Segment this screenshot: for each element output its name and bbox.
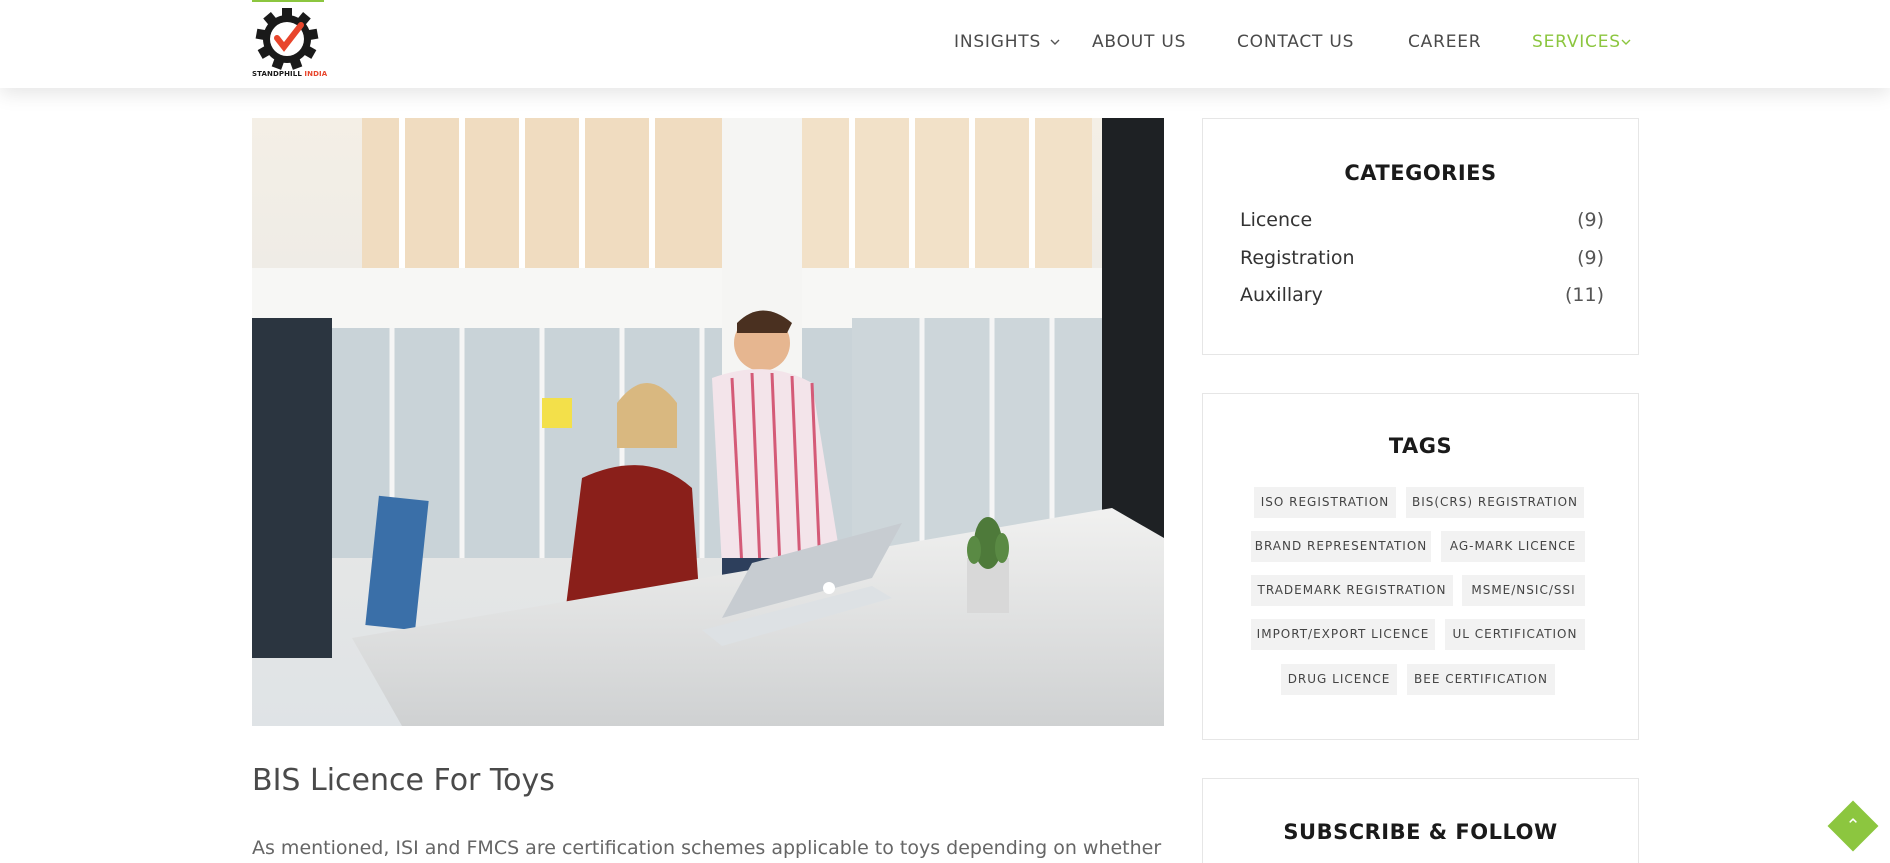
tag-bee-certification[interactable]: BEE CERTIFICATION bbox=[1407, 664, 1555, 695]
logo-text-standphill: STANDPHILL bbox=[252, 70, 302, 78]
tag-ul-certification[interactable]: UL CERTIFICATION bbox=[1445, 619, 1585, 650]
tag-import-export-licence[interactable]: IMPORT/EXPORT LICENCE bbox=[1251, 619, 1435, 650]
gear-check-logo-icon bbox=[255, 8, 319, 70]
post-excerpt: As mentioned, ISI and FMCS are certifica… bbox=[252, 837, 1162, 859]
tag-ag-mark-licence[interactable]: AG-MARK LICENCE bbox=[1441, 531, 1585, 562]
site-logo[interactable]: STANDPHILL INDIA bbox=[252, 0, 327, 82]
tag-trademark-registration[interactable]: TRADEMARK REGISTRATION bbox=[1251, 575, 1453, 606]
tag-iso-registration[interactable]: ISO REGISTRATION bbox=[1254, 487, 1396, 518]
categories-widget: CATEGORIES Licence (9) Registration (9) … bbox=[1202, 118, 1639, 355]
nav-services[interactable]: SERVICES bbox=[1532, 32, 1621, 52]
tags-widget: TAGS ISO REGISTRATION BIS(CRS) REGISTRAT… bbox=[1202, 393, 1639, 740]
category-count: (9) bbox=[1577, 209, 1604, 231]
category-item-registration[interactable]: Registration (9) bbox=[1240, 247, 1604, 273]
subscribe-title: SUBSCRIBE & FOLLOW bbox=[1283, 820, 1558, 844]
office-photo bbox=[252, 118, 1164, 726]
category-label[interactable]: Licence bbox=[1240, 209, 1312, 231]
post-featured-image bbox=[252, 118, 1164, 726]
category-item-auxillary[interactable]: Auxillary (11) bbox=[1240, 284, 1604, 310]
tag-drug-licence[interactable]: DRUG LICENCE bbox=[1281, 664, 1397, 695]
category-count: (9) bbox=[1577, 247, 1604, 269]
nav-contact-us[interactable]: CONTACT US bbox=[1237, 32, 1354, 52]
post-title[interactable]: BIS Licence For Toys bbox=[252, 763, 555, 798]
chevron-down-icon[interactable] bbox=[1049, 36, 1061, 48]
nav-about-us[interactable]: ABOUT US bbox=[1092, 32, 1186, 52]
logo-accent-line bbox=[252, 0, 324, 2]
category-count: (11) bbox=[1564, 284, 1604, 306]
tag-msme-nsic-ssi[interactable]: MSME/NSIC/SSI bbox=[1462, 575, 1585, 606]
tags-title: TAGS bbox=[1388, 434, 1453, 458]
category-item-licence[interactable]: Licence (9) bbox=[1240, 209, 1604, 235]
nav-insights[interactable]: INSIGHTS bbox=[954, 32, 1041, 52]
categories-title: CATEGORIES bbox=[1344, 161, 1497, 185]
chevron-down-icon[interactable] bbox=[1620, 36, 1632, 48]
site-header: STANDPHILL INDIA INSIGHTS ABOUT US CONTA… bbox=[0, 0, 1890, 88]
nav-career[interactable]: CAREER bbox=[1408, 32, 1481, 52]
category-label[interactable]: Auxillary bbox=[1240, 284, 1323, 306]
subscribe-widget: SUBSCRIBE & FOLLOW bbox=[1202, 778, 1639, 863]
chevron-up-icon: ⌃ bbox=[1845, 815, 1861, 836]
logo-text-india: INDIA bbox=[304, 70, 328, 78]
category-label[interactable]: Registration bbox=[1240, 247, 1355, 269]
logo-wordmark: STANDPHILL INDIA bbox=[252, 70, 332, 78]
scroll-to-top-button[interactable]: ⌃ bbox=[1827, 800, 1879, 852]
tag-bis-crs-registration[interactable]: BIS(CRS) REGISTRATION bbox=[1406, 487, 1584, 518]
tag-brand-representation[interactable]: BRAND REPRESENTATION bbox=[1251, 531, 1431, 562]
